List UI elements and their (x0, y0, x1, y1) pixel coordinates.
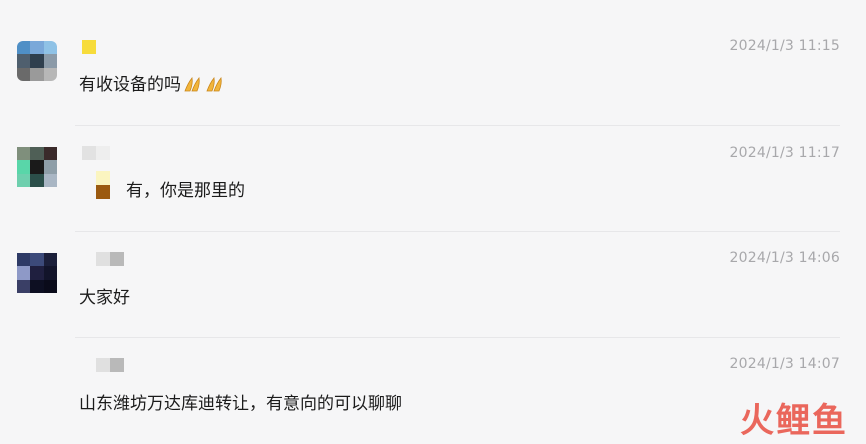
message-text: 山东潍坊万达库迪转让，有意向的可以聊聊 (79, 394, 402, 414)
sender-name (96, 358, 124, 372)
reply-quote-marker (96, 171, 110, 199)
avatar[interactable] (17, 253, 57, 293)
message-divider (75, 337, 840, 338)
avatar[interactable] (17, 41, 57, 81)
watermark-logo: 火鲤鱼 (740, 401, 848, 441)
praying-hands-icon (206, 77, 222, 92)
message-timestamp: 2024/1/3 11:17 (729, 145, 840, 161)
sender-name (82, 146, 110, 160)
sender-name (82, 40, 96, 54)
message-text-content: 有收设备的吗 (79, 75, 181, 95)
message-timestamp: 2024/1/3 14:07 (729, 356, 840, 372)
message-timestamp: 2024/1/3 11:15 (729, 38, 840, 54)
message-text: 有收设备的吗 (79, 70, 225, 95)
avatar[interactable] (17, 147, 57, 187)
message-timestamp: 2024/1/3 14:06 (729, 250, 840, 266)
message-text: 大家好 (79, 288, 130, 308)
chat-history: 2024/1/3 11:15 有收设备的吗 2024/1/3 11:17 有，你… (0, 0, 866, 444)
message-divider (75, 125, 840, 126)
sender-name (96, 252, 124, 266)
message-text: 有，你是那里的 (126, 181, 245, 201)
message-divider (75, 231, 840, 232)
praying-hands-icon (184, 77, 200, 92)
